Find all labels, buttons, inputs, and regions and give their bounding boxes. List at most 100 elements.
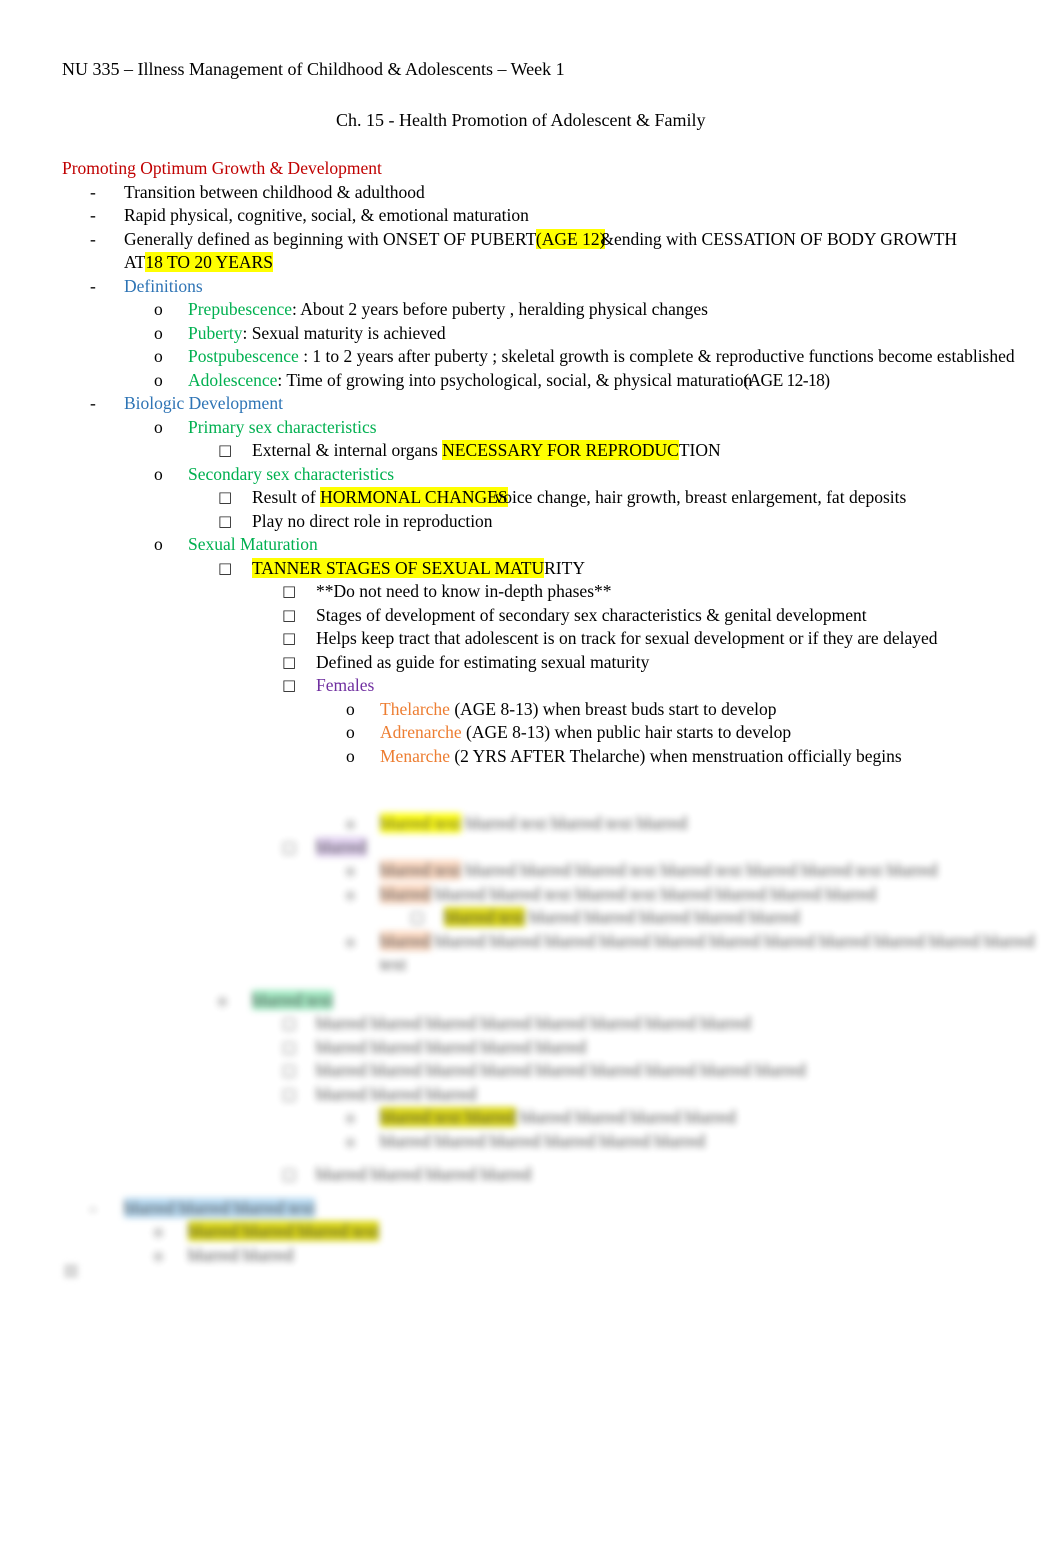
- definition-item: o Adolescence: Time of growing into psyc…: [154, 369, 1047, 393]
- obscured-line-text: blurred blurred blurred blurred blurred …: [316, 1013, 751, 1033]
- obscured-rest: blurred blurred blurred blurred: [520, 1107, 736, 1127]
- obscured-line: o blurred text blurred blurred blurred b…: [346, 1106, 1047, 1130]
- obscured-highlight: blurred: [380, 930, 431, 951]
- definition-postpubescence: : 1 to 2 years after puberty ; skeletal …: [298, 346, 1015, 366]
- circle-marker: o: [154, 1221, 163, 1241]
- definition-item: o Puberty: Sexual maturity is achieved: [154, 322, 1047, 346]
- detail-primary-organs-text: External & internal organs NECESSARY FOR…: [252, 439, 1047, 463]
- obscured-highlight: blurred: [316, 836, 367, 857]
- obscured-line-text: blurred blurred blurred: [316, 1083, 477, 1104]
- obscured-highlight: blurred text blurred: [380, 1107, 517, 1127]
- obscured-highlight: blurred: [380, 883, 431, 904]
- obscured-line-text: blurred blurred blurred text: [124, 1197, 1047, 1221]
- subheading-secondary-sex-label: Secondary sex characteristics: [188, 463, 395, 484]
- female-milestone-text: Menarche (2 YRS AFTER Thelarche) when me…: [380, 745, 1047, 769]
- circle-marker: o: [154, 463, 163, 484]
- box-bullet-icon: □: [282, 605, 297, 624]
- term-prepubescence: Prepubescence: [188, 299, 292, 319]
- obscured-line-text: blurred text blurred blurred blurred tex…: [380, 859, 1047, 883]
- detail-tanner-stages-text: TANNER STAGES OF SEXUAL MATURITY: [252, 557, 1047, 581]
- obscured-line: o blurred text: [218, 989, 1047, 1013]
- obscured-line-text: blurred text blurred blurred blurred blu…: [380, 1106, 1047, 1130]
- subheading-females: □ Females: [282, 674, 1047, 698]
- necessary-reproduction-highlight: NECESSARY FOR REPRODUC: [442, 440, 679, 460]
- term-adrenarche: Adrenarche: [380, 722, 462, 742]
- stray-artifact-mark: [64, 1264, 78, 1278]
- box-bullet-icon: □: [282, 837, 297, 856]
- tanner-subitem: □ Helps keep tract that adolescent is on…: [282, 627, 1047, 651]
- box-bullet-icon: □: [218, 511, 233, 530]
- detail-no-direct-role: □ Play no direct role in reproduction: [218, 510, 1047, 534]
- box-bullet-icon: □: [282, 1084, 297, 1103]
- box-bullet-icon: □: [282, 582, 297, 600]
- definition-item-text: Postpubescence : 1 to 2 years after pube…: [188, 345, 1047, 369]
- obscured-rest: blurred blurred blurred blurred blurred: [529, 907, 800, 927]
- bullet-definition-range-label: Generally defined as beginning with ONSE…: [124, 228, 1047, 275]
- box-bullet-icon: □: [218, 441, 233, 459]
- section-heading-biologic: - Biologic Development: [90, 392, 1047, 416]
- circle-marker: o: [346, 813, 355, 833]
- obscured-line-text: blurred blurred blurred text blurred tex…: [380, 883, 1047, 907]
- obscured-line: o blurred blurred blurred text blurred t…: [346, 883, 1047, 907]
- circle-marker: o: [346, 883, 355, 904]
- bullet-definition-range: - Generally defined as beginning with ON…: [90, 228, 1047, 275]
- tanner-subitem: □ Defined as guide for estimating sexual…: [282, 651, 1047, 675]
- section-heading-promoting-label: Promoting Optimum Growth & Development: [62, 158, 382, 178]
- female-milestone-text: Thelarche (AGE 8-13) when breast buds st…: [380, 698, 1047, 722]
- female-milestone-text: Adrenarche (AGE 8-13) when public hair s…: [380, 721, 1047, 745]
- cessation-text: ending with CESSATION OF BODY GROWTH: [614, 228, 958, 249]
- obscured-line: o blurred text blurred blurred blurred t…: [346, 859, 1047, 883]
- voice-change-text: voice change, hair growth, breast enlarg…: [494, 487, 907, 507]
- years-highlight: 18 TO 20 YEARS: [145, 252, 273, 272]
- obscured-line: o blurred blurred: [154, 1244, 1047, 1268]
- subheading-secondary-sex: o Secondary sex characteristics: [154, 463, 1047, 487]
- document-header-title: NU 335 – Illness Management of Childhood…: [62, 59, 565, 79]
- adrenarche-description: (AGE 8-13) when public hair starts to de…: [461, 722, 792, 742]
- circle-marker: o: [346, 1130, 355, 1151]
- obscured-rest: blurred text blurred text blurred: [465, 813, 688, 833]
- bullet-transition-label: Transition between childhood & adulthood: [124, 181, 425, 202]
- document-page: NU 335 – Illness Management of Childhood…: [0, 0, 1062, 1561]
- obscured-line-text: blurred blurred: [188, 1244, 294, 1265]
- tanner-subitem: □ **Do not need to know in-depth phases*…: [282, 580, 1047, 604]
- female-milestone-item: o Adrenarche (AGE 8-13) when public hair…: [346, 721, 1047, 745]
- box-bullet-icon: □: [282, 1037, 297, 1056]
- dash-marker: -: [90, 275, 96, 296]
- obscured-line-text: blurred blurred blurred text: [188, 1220, 1047, 1244]
- subheading-sexual-maturation: o Sexual Maturation: [154, 533, 1047, 557]
- box-bullet-icon: □: [218, 558, 233, 577]
- document-subtitle: Ch. 15 - Health Promotion of Adolescent …: [336, 110, 706, 130]
- circle-marker: o: [154, 1244, 163, 1265]
- box-bullet-icon: □: [282, 676, 297, 694]
- obscured-line: □ blurred blurred blurred blurred blurre…: [282, 1012, 1047, 1036]
- tanner-subitem: □ Stages of development of secondary sex…: [282, 604, 1047, 628]
- definition-item-text: Puberty: Sexual maturity is achieved: [188, 322, 1047, 346]
- subheading-females-label: Females: [316, 675, 375, 695]
- term-puberty: Puberty: [188, 322, 243, 343]
- section-heading-biologic-label: Biologic Development: [124, 393, 283, 413]
- ampersand-1: &: [600, 228, 615, 249]
- obscured-line: □ blurred blurred blurred: [282, 1083, 1047, 1107]
- tanner-subitem-label: Helps keep tract that adolescent is on t…: [316, 628, 938, 648]
- definition-item: o Postpubescence : 1 to 2 years after pu…: [154, 345, 1047, 369]
- obscured-rest: blurred blurred text blurred text blurre…: [434, 883, 877, 904]
- box-bullet-icon: □: [282, 629, 297, 647]
- circle-marker: o: [154, 534, 163, 554]
- document-body: Promoting Optimum Growth & Development -…: [62, 157, 1047, 768]
- result-of-prefix: Result of: [252, 487, 321, 507]
- definition-puberty: : Sexual maturity is achieved: [242, 322, 446, 343]
- obscured-line-text: blurred blurred blurred blurred blurred: [316, 1036, 587, 1057]
- obscured-line: □ blurred: [282, 836, 1047, 860]
- circle-marker: o: [346, 745, 355, 766]
- obscured-line-text: blurred text: [252, 989, 1047, 1013]
- detail-no-direct-role-text: Play no direct role in reproduction: [252, 510, 493, 531]
- box-bullet-icon: □: [282, 1061, 297, 1079]
- section-heading-promoting: Promoting Optimum Growth & Development: [62, 157, 1047, 181]
- dash-marker: -: [90, 228, 96, 249]
- obscured-highlight: blurred text: [380, 860, 462, 880]
- obscured-highlight: blurred text: [444, 907, 526, 927]
- section-heading-definitions-label: Definitions: [124, 275, 203, 296]
- box-bullet-icon: □: [282, 652, 297, 671]
- obscured-line-text: blurred text blurred text blurred text b…: [380, 812, 1047, 836]
- circle-marker: o: [346, 860, 355, 880]
